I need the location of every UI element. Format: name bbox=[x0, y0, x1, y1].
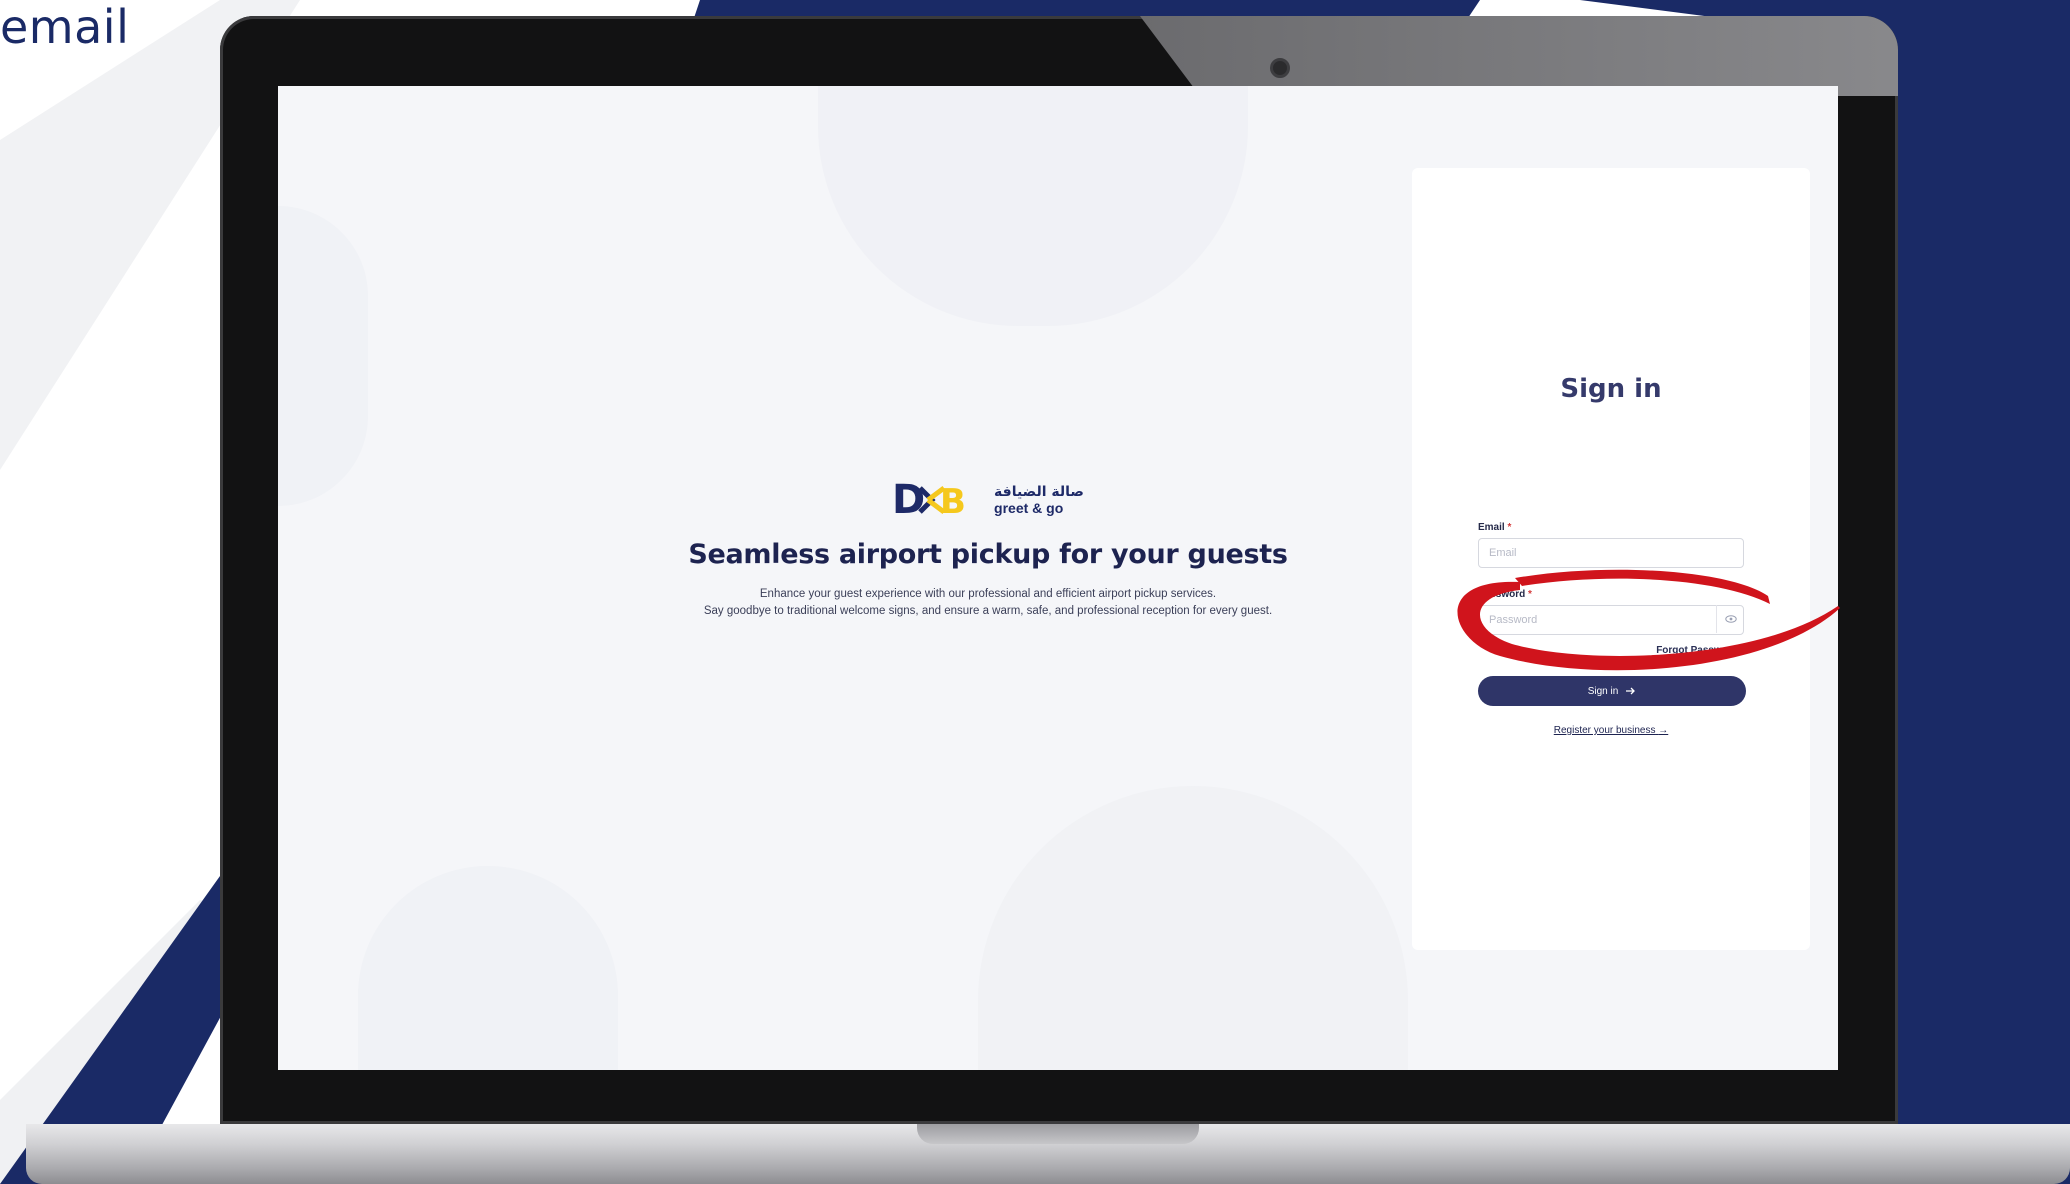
eye-icon[interactable] bbox=[1716, 605, 1745, 633]
background-blob bbox=[358, 866, 618, 1070]
signin-card: Sign in Email * Password * Forgot Passwo… bbox=[1412, 168, 1810, 950]
signin-button[interactable]: Sign in bbox=[1478, 676, 1746, 706]
webcam-icon bbox=[1270, 58, 1290, 78]
brand-logo: D B صالة الضيافة greet & go bbox=[892, 480, 1084, 520]
password-label: Password * bbox=[1478, 589, 1532, 600]
lid-glare bbox=[1140, 16, 1898, 96]
dxb-logo-icon: D B bbox=[892, 477, 966, 523]
laptop-screen: D B صالة الضيافة greet & go Seamless air… bbox=[278, 86, 1838, 1070]
brand-english-name: greet & go bbox=[994, 500, 1064, 516]
corner-caption: email bbox=[0, 0, 130, 54]
background-blob bbox=[978, 786, 1408, 1070]
arrow-right-icon bbox=[1626, 687, 1636, 695]
forgot-password-link[interactable]: Forgot Password? bbox=[1612, 645, 1744, 656]
background-blob bbox=[818, 86, 1248, 326]
brand-arabic-name: صالة الضيافة bbox=[994, 484, 1084, 500]
email-field[interactable] bbox=[1478, 538, 1744, 568]
email-label: Email * bbox=[1478, 522, 1511, 533]
arrow-right-icon: → bbox=[1658, 725, 1669, 736]
password-label-text: Password bbox=[1478, 589, 1526, 600]
password-field[interactable] bbox=[1478, 605, 1744, 635]
laptop-notch bbox=[917, 1124, 1199, 1144]
background-blob bbox=[278, 206, 368, 506]
signin-button-label: Sign in bbox=[1587, 685, 1619, 697]
register-business-label: Register your business bbox=[1553, 725, 1656, 736]
register-business-link[interactable]: Register your business → bbox=[1412, 725, 1810, 736]
required-mark: * bbox=[1528, 589, 1532, 600]
required-mark: * bbox=[1507, 522, 1512, 533]
signin-title: Sign in bbox=[1560, 374, 1662, 404]
email-label-text: Email bbox=[1478, 522, 1505, 533]
